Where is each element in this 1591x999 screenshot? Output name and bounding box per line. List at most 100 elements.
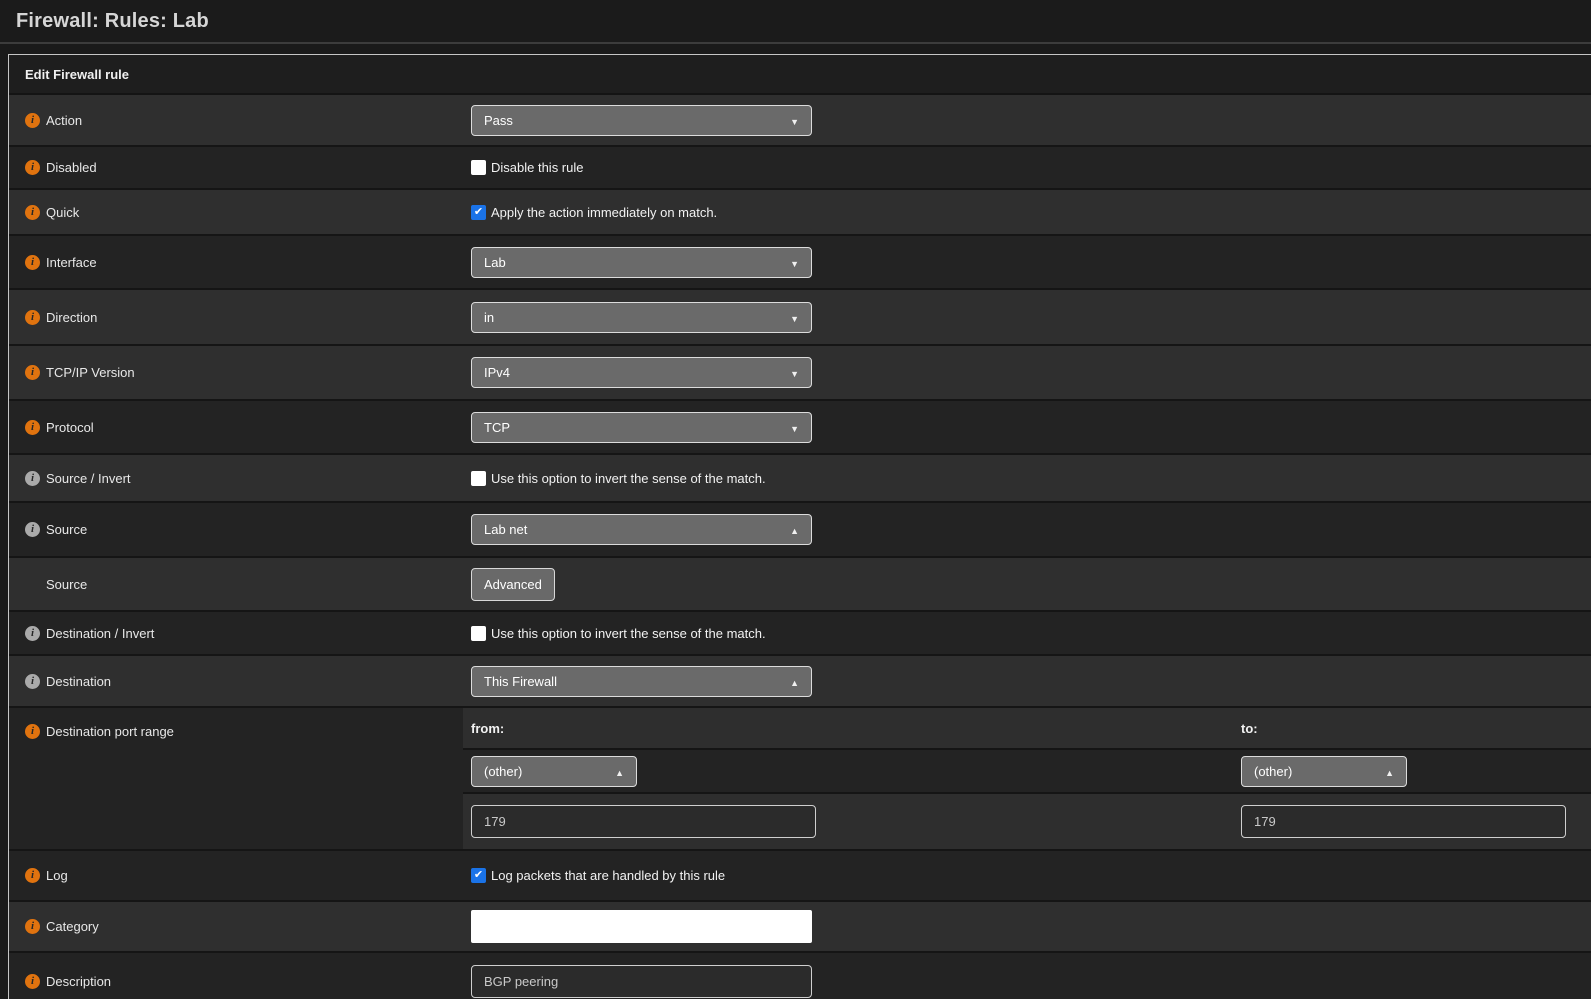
info-icon[interactable]: i xyxy=(25,522,40,537)
port-range-header-strip: from: to: xyxy=(463,708,1591,750)
panel-title: Edit Firewall rule xyxy=(25,67,129,82)
checkbox-label: Use this option to invert the sense of t… xyxy=(491,626,766,641)
field-label-direction: i Direction xyxy=(9,290,463,344)
row-destination-port-range: i Destination port range from: to: (othe… xyxy=(9,708,1591,851)
field-label-destination-invert: i Destination / Invert xyxy=(9,612,463,654)
row-destination: i Destination This Firewall xyxy=(9,656,1591,708)
field-label-category: i Category xyxy=(9,902,463,951)
row-disabled: i Disabled Disable this rule xyxy=(9,147,1591,190)
action-select[interactable]: Pass xyxy=(471,105,812,136)
port-to-input[interactable] xyxy=(1241,805,1566,838)
row-ip-version: i TCP/IP Version IPv4 xyxy=(9,346,1591,401)
info-icon[interactable]: i xyxy=(25,420,40,435)
label-text: Quick xyxy=(46,205,79,220)
destination-select[interactable]: This Firewall xyxy=(471,666,812,697)
info-icon[interactable]: i xyxy=(25,310,40,325)
label-text: Action xyxy=(46,113,82,128)
select-value: (other) xyxy=(484,764,522,779)
caret-up-icon xyxy=(790,522,799,537)
info-icon[interactable]: i xyxy=(25,919,40,934)
label-text: Destination port range xyxy=(46,724,174,739)
source-select[interactable]: Lab net xyxy=(471,514,812,545)
info-icon[interactable]: i xyxy=(25,365,40,380)
checkbox-label: Disable this rule xyxy=(491,160,584,175)
info-icon[interactable]: i xyxy=(25,674,40,689)
select-value: (other) xyxy=(1254,764,1292,779)
caret-up-icon xyxy=(790,674,799,689)
edit-firewall-rule-panel: Edit Firewall rule i Action Pass i Disab… xyxy=(8,54,1591,999)
disable-rule-checkbox[interactable] xyxy=(471,160,486,175)
label-text: Log xyxy=(46,868,68,883)
label-text: Protocol xyxy=(46,420,94,435)
field-label-action: i Action xyxy=(9,95,463,145)
source-invert-checkbox[interactable] xyxy=(471,471,486,486)
field-label-protocol: i Protocol xyxy=(9,401,463,453)
log-checkbox[interactable] xyxy=(471,868,486,883)
label-text: Source xyxy=(46,577,87,592)
info-icon[interactable]: i xyxy=(25,724,40,739)
row-description: i Description xyxy=(9,953,1591,999)
label-text: Category xyxy=(46,919,99,934)
page-title: Firewall: Rules: Lab xyxy=(16,10,209,33)
destination-invert-checkbox[interactable] xyxy=(471,626,486,641)
select-value: in xyxy=(484,310,494,325)
caret-down-icon xyxy=(790,365,799,380)
port-range-select-strip: (other) (other) xyxy=(463,750,1591,794)
field-label-description: i Description xyxy=(9,953,463,999)
info-icon[interactable]: i xyxy=(25,205,40,220)
caret-down-icon xyxy=(790,420,799,435)
checkbox-label: Log packets that are handled by this rul… xyxy=(491,868,725,883)
checkbox-label: Use this option to invert the sense of t… xyxy=(491,471,766,486)
panel-header: Edit Firewall rule xyxy=(9,55,1591,95)
label-text: TCP/IP Version xyxy=(46,365,135,380)
info-icon[interactable]: i xyxy=(25,974,40,989)
port-from-input[interactable] xyxy=(471,805,816,838)
field-label-quick: i Quick xyxy=(9,190,463,234)
field-label-interface: i Interface xyxy=(9,236,463,288)
port-from-select[interactable]: (other) xyxy=(471,756,637,787)
category-input[interactable] xyxy=(471,910,812,943)
label-text: Description xyxy=(46,974,111,989)
field-label-source: i Source xyxy=(9,503,463,556)
direction-select[interactable]: in xyxy=(471,302,812,333)
port-to-select[interactable]: (other) xyxy=(1241,756,1407,787)
ip-version-select[interactable]: IPv4 xyxy=(471,357,812,388)
row-quick: i Quick Apply the action immediately on … xyxy=(9,190,1591,236)
field-label-source-invert: i Source / Invert xyxy=(9,455,463,501)
caret-down-icon xyxy=(790,255,799,270)
row-log: i Log Log packets that are handled by th… xyxy=(9,851,1591,902)
select-value: Pass xyxy=(484,113,513,128)
select-value: Lab xyxy=(484,255,506,270)
row-direction: i Direction in xyxy=(9,290,1591,346)
caret-down-icon xyxy=(790,310,799,325)
field-label-source-advanced: Source xyxy=(9,558,463,610)
label-text: Destination / Invert xyxy=(46,626,154,641)
select-value: Lab net xyxy=(484,522,527,537)
port-to-label: to: xyxy=(1233,721,1258,736)
port-from-label: from: xyxy=(463,721,504,736)
select-value: TCP xyxy=(484,420,510,435)
info-icon[interactable]: i xyxy=(25,471,40,486)
info-icon[interactable]: i xyxy=(25,160,40,175)
select-value: IPv4 xyxy=(484,365,510,380)
quick-checkbox[interactable] xyxy=(471,205,486,220)
info-icon[interactable]: i xyxy=(25,255,40,270)
caret-up-icon xyxy=(1385,764,1394,779)
row-source: i Source Lab net xyxy=(9,503,1591,558)
field-label-disabled: i Disabled xyxy=(9,147,463,188)
description-input[interactable] xyxy=(471,965,812,998)
page-title-bar: Firewall: Rules: Lab xyxy=(0,0,1591,44)
field-label-destination-port-range: i Destination port range xyxy=(9,708,463,849)
label-text: Source xyxy=(46,522,87,537)
info-icon[interactable]: i xyxy=(25,626,40,641)
info-icon[interactable]: i xyxy=(25,868,40,883)
info-icon[interactable]: i xyxy=(25,113,40,128)
field-label-ip-version: i TCP/IP Version xyxy=(9,346,463,399)
interface-select[interactable]: Lab xyxy=(471,247,812,278)
row-destination-invert: i Destination / Invert Use this option t… xyxy=(9,612,1591,656)
caret-up-icon xyxy=(615,764,624,779)
source-advanced-button[interactable]: Advanced xyxy=(471,568,555,601)
label-text: Interface xyxy=(46,255,97,270)
port-range-input-strip xyxy=(463,794,1591,849)
protocol-select[interactable]: TCP xyxy=(471,412,812,443)
